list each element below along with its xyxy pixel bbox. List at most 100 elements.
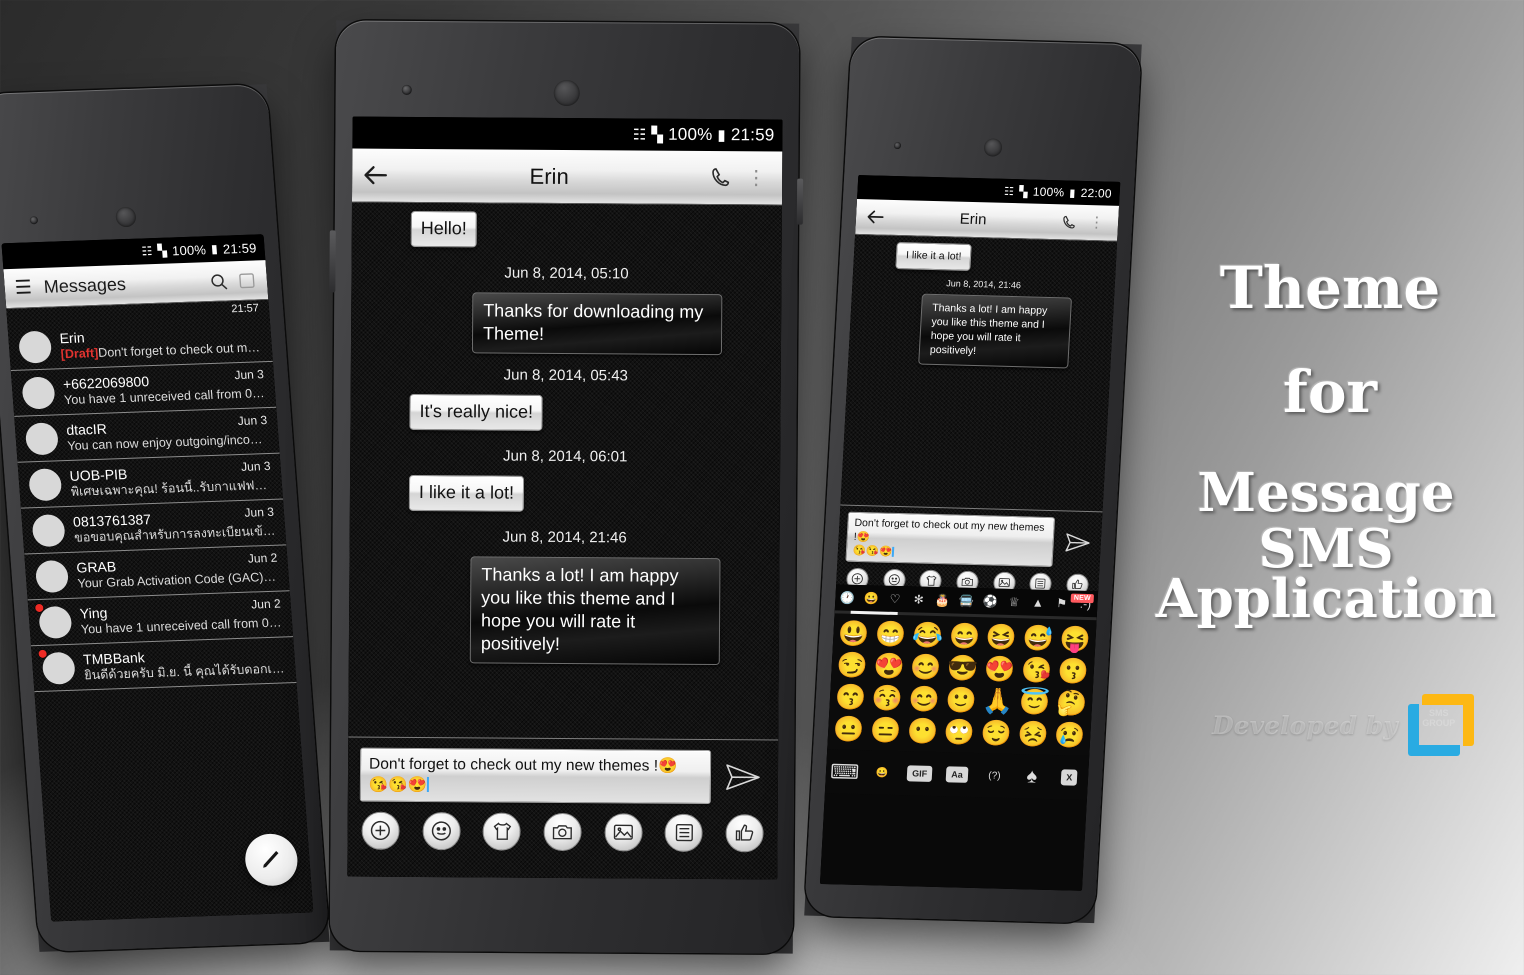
keyboard-key[interactable]: X: [1050, 769, 1088, 786]
emoji-key[interactable]: 😎: [943, 652, 982, 685]
message-bubble[interactable]: Thanks a lot! I am happy you like this t…: [469, 556, 721, 666]
new-message-icon[interactable]: [236, 270, 257, 291]
wifi-icon: ☷: [1003, 185, 1015, 198]
list-icon[interactable]: [664, 813, 704, 852]
keyboard-key[interactable]: ♠: [1013, 765, 1052, 789]
send-button[interactable]: [720, 754, 766, 800]
emoji-key[interactable]: 😙: [831, 681, 870, 714]
keyboard-key[interactable]: Aa: [938, 766, 976, 783]
message-bubble[interactable]: It's really nice!: [409, 393, 544, 431]
emoji-category-4[interactable]: 🎂: [930, 593, 955, 608]
phone-call-icon[interactable]: [709, 166, 732, 189]
emoji-category-2[interactable]: ♡: [883, 592, 908, 607]
phone-call-icon[interactable]: [1061, 214, 1078, 230]
emoji-key[interactable]: 😍: [870, 650, 909, 683]
thread-list-item[interactable]: TMBBank ยินดีด้วยครับ มิ.ย. นี้ คุณได้รับ…: [31, 637, 297, 693]
emoji-key[interactable]: 😌: [977, 717, 1016, 750]
message-bubble[interactable]: Thanks a lot! I am happy you like this t…: [918, 293, 1073, 369]
message-bubble[interactable]: Hello!: [410, 210, 477, 248]
emoji-category-7[interactable]: ♕: [1002, 595, 1027, 610]
emoji-category-3[interactable]: ✻: [907, 592, 932, 607]
emoji-grid[interactable]: 😃 😁 😂 😄 😆 😅 😝 😏 😍 😊 😎 😍 😘 😗 😙 😚 😊 🙂 🙏 😇 🤔 😐 😑 😶 🙄 😌 😣 😢: [827, 613, 1097, 757]
emoji-category-8[interactable]: ▲: [1026, 595, 1051, 610]
thread-avatar: [24, 422, 60, 456]
thread-avatar: [34, 560, 70, 594]
emoji-key[interactable]: 🙏: [979, 685, 1018, 718]
back-arrow-icon[interactable]: [866, 207, 886, 226]
keyboard-key[interactable]: ⌨: [825, 759, 864, 785]
emoji-key[interactable]: 😁: [871, 618, 910, 651]
overflow-menu-icon[interactable]: ⋮: [1085, 214, 1108, 231]
emoji-key[interactable]: 🙄: [940, 716, 979, 749]
emoji-key[interactable]: 😢: [1051, 719, 1090, 752]
emoji-key[interactable]: 😶: [903, 715, 942, 748]
incoming-message-row[interactable]: Hello!: [364, 210, 770, 254]
message-bubble[interactable]: I like it a lot!: [408, 474, 525, 512]
outgoing-message-row[interactable]: Thanks for downloading my Theme!: [363, 292, 769, 356]
message-bubble[interactable]: I like it a lot!: [895, 242, 973, 271]
hamburger-icon[interactable]: ☰: [14, 276, 33, 300]
tshirt-icon[interactable]: [482, 812, 522, 851]
emoji-category-1[interactable]: 😀: [859, 591, 884, 606]
emoji-keyboard[interactable]: 🕐 😀 ♡ ✻ 🎂 🚍 ⚽ ♕ ▲ ⚑:-) NEW 😃 😁 😂 😄 😆 😅 😝 😏 😍 😊 😎 😍 😘 😗 😙 😚 😊 🙂 🙏 😇 🤔 😐 😑…: [819, 584, 1099, 891]
message-input-text-2: 😘😘😍: [852, 544, 893, 558]
emoji-key[interactable]: 😅: [1019, 622, 1058, 655]
composer-center: Don't forget to check out my new themes …: [348, 737, 778, 805]
message-input[interactable]: Don't forget to check out my new themes …: [359, 747, 712, 805]
message-input[interactable]: Don't forget to check out my new themes …: [845, 511, 1056, 568]
camera-icon[interactable]: [543, 812, 582, 852]
chat-thread-right[interactable]: I like it a lot! Jun 8, 2014, 21:46 Thanks…: [840, 234, 1118, 512]
incoming-message-row[interactable]: I like it a lot!: [362, 474, 768, 518]
emoji-key[interactable]: 😣: [1014, 718, 1053, 751]
thumbs-up-icon[interactable]: [725, 814, 764, 853]
emoji-key[interactable]: 😊: [905, 683, 944, 716]
thread-date: Jun 2: [247, 550, 278, 566]
incoming-message-row[interactable]: I like it a lot!: [862, 241, 1107, 274]
composer-right: Don't forget to check out my new themes …: [837, 506, 1102, 569]
message-bubble[interactable]: Thanks for downloading my Theme!: [471, 292, 723, 356]
plus-icon[interactable]: [361, 811, 400, 850]
incoming-message-row[interactable]: It's really nice!: [362, 393, 768, 437]
power-button[interactable]: [796, 178, 804, 225]
battery-percent-label: 100%: [1032, 184, 1065, 200]
battery-percent-label: 100%: [171, 241, 207, 258]
keyboard-bottom-row[interactable]: ⌨ 😀 GIF Aa (?) ♠ X: [824, 749, 1090, 800]
outgoing-message-row[interactable]: Thanks a lot! I am happy you like this t…: [361, 556, 768, 666]
phone-left-screen: ☷ ▚ 100% ▮ 21:59 ☰ Messages 21:57 Erin [D…: [1, 234, 314, 922]
new-badge: NEW: [1070, 593, 1095, 604]
overflow-menu-icon[interactable]: ⋮: [740, 167, 772, 189]
emoji-key[interactable]: 😊: [907, 651, 946, 684]
gallery-icon[interactable]: [604, 813, 643, 852]
chat-thread-center[interactable]: Hello! Jun 8, 2014, 05:10 Thanks for downl…: [348, 202, 782, 740]
emoji-category-0[interactable]: 🕐: [835, 590, 860, 605]
emoji-key[interactable]: 🤔: [1052, 687, 1091, 720]
smiley-icon[interactable]: [422, 812, 461, 851]
keyboard-key[interactable]: GIF: [900, 765, 938, 782]
volume-button[interactable]: [329, 230, 336, 293]
emoji-key[interactable]: 😝: [1056, 623, 1095, 656]
emoji-key[interactable]: 😐: [829, 713, 868, 746]
emoji-key[interactable]: 😘: [1017, 654, 1056, 687]
keyboard-key[interactable]: 😀: [863, 767, 901, 779]
emoji-category-6[interactable]: ⚽: [978, 594, 1003, 609]
message-input-emoji: 😍: [657, 757, 678, 775]
emoji-key[interactable]: 😇: [1015, 686, 1054, 719]
emoji-category-5[interactable]: 🚍: [954, 594, 979, 609]
emoji-key[interactable]: 😂: [908, 619, 947, 652]
emoji-key[interactable]: 😑: [866, 714, 905, 747]
emoji-key[interactable]: 😗: [1054, 655, 1093, 688]
emoji-key[interactable]: 😃: [835, 617, 874, 650]
emoji-key[interactable]: 😆: [982, 621, 1021, 654]
emoji-key[interactable]: 😄: [945, 620, 984, 653]
emoji-key[interactable]: 😚: [868, 682, 907, 715]
emoji-key[interactable]: 😍: [980, 653, 1019, 686]
keyboard-key[interactable]: (?): [975, 770, 1013, 782]
back-arrow-icon[interactable]: [362, 162, 389, 189]
send-button[interactable]: [1062, 527, 1094, 558]
search-icon[interactable]: [208, 271, 229, 292]
conversation-list[interactable]: Erin [Draft]Don't forget to check out my …: [7, 315, 313, 922]
emoji-key[interactable]: 🙂: [942, 684, 981, 717]
emoji-key[interactable]: 😏: [833, 649, 872, 682]
thread-avatar: [17, 330, 53, 364]
outgoing-message-row[interactable]: Thanks a lot! I am happy you like this t…: [857, 292, 1105, 369]
